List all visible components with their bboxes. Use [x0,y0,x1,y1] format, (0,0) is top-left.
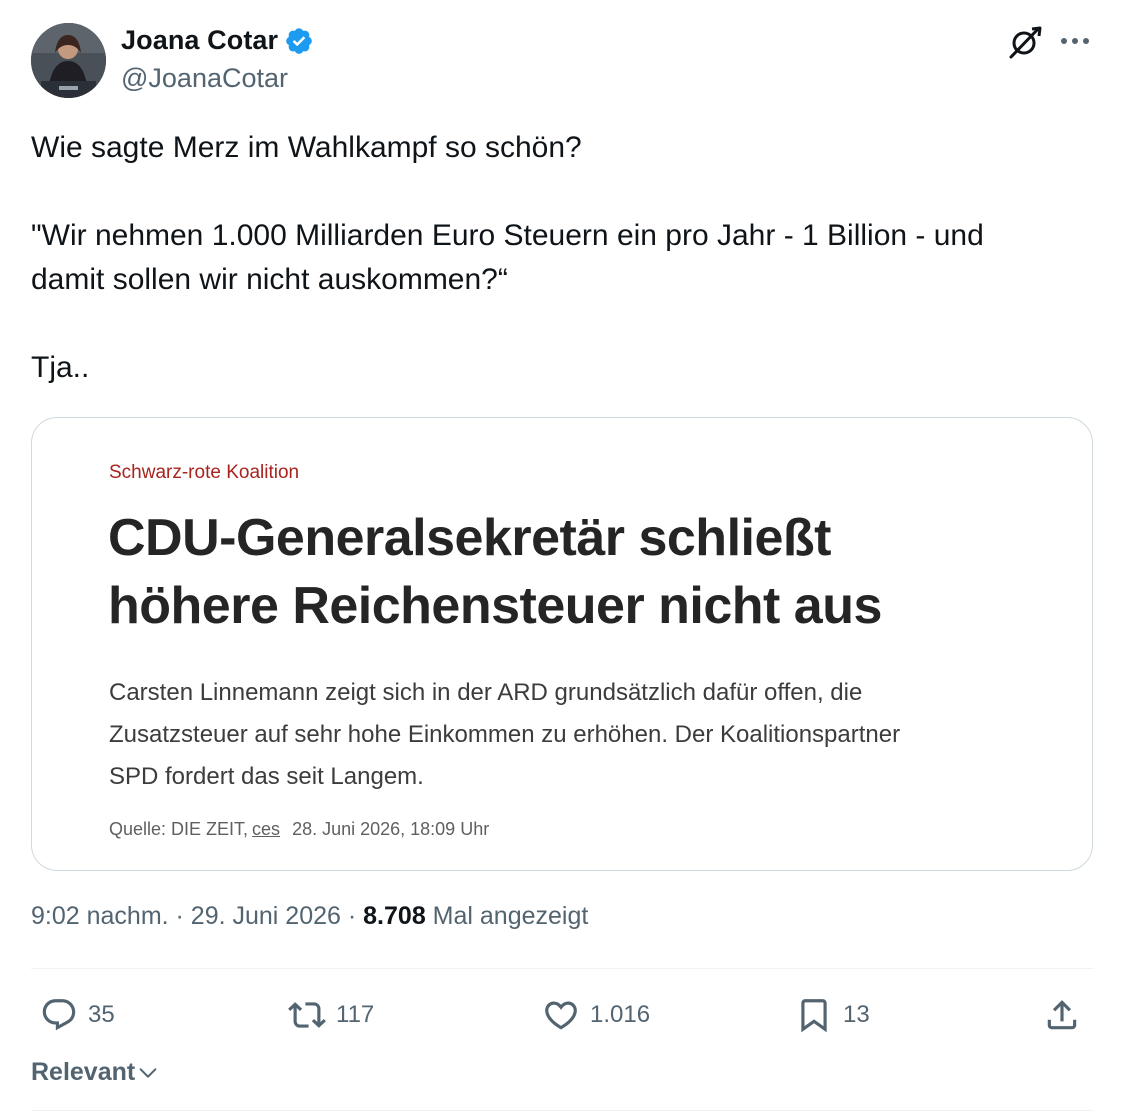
article-kicker: Schwarz-rote Koalition [109,462,300,483]
author-name-row[interactable]: Joana Cotar [121,25,314,56]
tweet-line: Tja.. [31,351,90,384]
reply-count: 35 [88,1001,115,1028]
sort-label: Relevant [31,1058,136,1086]
media-image[interactable]: Schwarz-rote Koalition CDU-Generalsekret… [31,417,1093,871]
author-handle[interactable]: @JoanaCotar [121,63,288,94]
headline-line: höhere Reichensteuer nicht aus [108,577,882,635]
bookmark-button[interactable]: 13 [795,996,870,1034]
chevron-down-icon [139,1067,157,1078]
divider [31,1110,1093,1111]
reply-button[interactable]: 35 [40,996,115,1034]
article-source: Quelle: DIE ZEIT, ces 28. Juni 2026, 18:09… [109,819,489,840]
verified-badge-icon [286,27,312,54]
tweet-line: damit sollen wir nicht auskommen?“ [31,263,508,296]
repost-button[interactable]: 117 [288,996,374,1034]
source-author: ces [252,819,281,839]
reply-icon [42,999,76,1031]
share-icon [1047,1000,1077,1030]
divider [31,968,1093,969]
repost-icon [288,1002,326,1028]
heart-icon [545,1001,577,1030]
tweet-line: "Wir nehmen 1.000 Milliarden Euro Steuer… [31,219,984,252]
lede-line: Carsten Linnemann zeigt sich in der ARD … [109,679,863,706]
timestamp[interactable]: 9:02 nachm. · 29. Juni 2026 · [31,902,363,930]
source-prefix: Quelle: DIE ZEIT, [109,819,249,839]
view-count: 8.708 [363,902,426,930]
like-count: 1.016 [590,1001,651,1028]
source-date: 28. Juni 2026, 18:09 Uhr [292,819,490,839]
sort-replies-dropdown[interactable]: Relevant [31,1058,159,1087]
tweet-line: Wie sagte Merz im Wahlkampf so schön? [31,131,582,164]
more-options-icon[interactable] [1058,26,1092,56]
avatar[interactable] [31,23,106,98]
repost-count: 117 [336,1001,375,1028]
tweet-meta: 9:02 nachm. · 29. Juni 2026 · 8.708 Mal … [31,902,588,931]
lede-line: Zusatzsteuer auf sehr hohe Einkommen zu … [109,721,901,748]
article-headline: CDU-Generalsekretär schließt höhere Reic… [108,504,1068,640]
display-name[interactable]: Joana Cotar [121,25,278,56]
headline-line: CDU-Generalsekretär schließt [108,509,831,567]
bookmark-count: 13 [843,1001,870,1028]
tweet-text: Wie sagte Merz im Wahlkampf so schön? "W… [31,126,1101,390]
avatar-photo-icon [31,23,106,98]
grok-icon[interactable] [1007,24,1043,60]
like-button[interactable]: 1.016 [542,996,650,1034]
bookmark-icon [801,999,827,1033]
share-button[interactable] [1043,996,1091,1034]
article-lede: Carsten Linnemann zeigt sich in der ARD … [109,672,1059,798]
lede-line: SPD fordert das seit Langem. [109,763,424,790]
views-label: Mal angezeigt [425,902,589,930]
